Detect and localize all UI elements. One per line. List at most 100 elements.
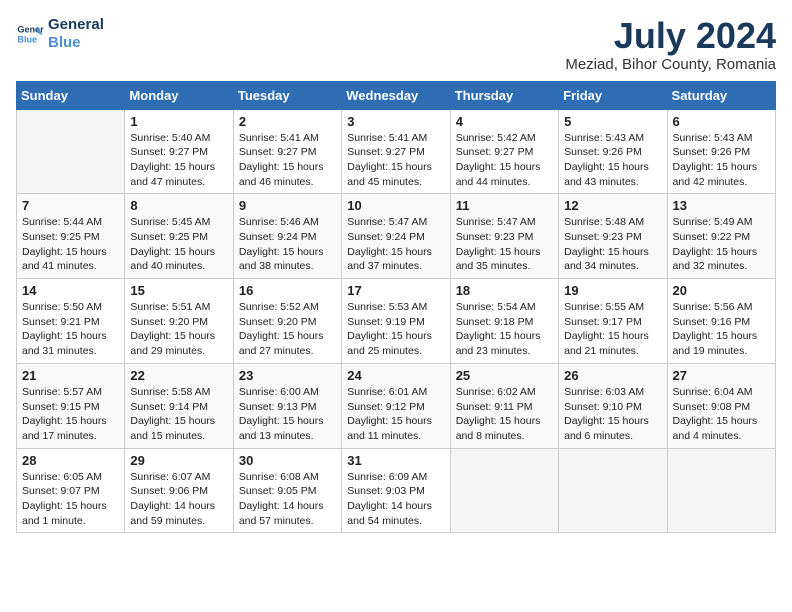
calendar-cell: 4 Sunrise: 5:42 AM Sunset: 9:27 PM Daylig… (450, 109, 558, 194)
day-number: 21 (22, 368, 119, 383)
day-number: 1 (130, 114, 227, 129)
day-number: 5 (564, 114, 661, 129)
calendar-week-5: 28 Sunrise: 6:05 AM Sunset: 9:07 PM Dayli… (17, 448, 776, 533)
cell-content: Sunrise: 5:42 AM Sunset: 9:27 PM Dayligh… (456, 131, 553, 190)
title-area: July 2024 Meziad, Bihor County, Romania (565, 16, 776, 73)
calendar-cell: 24 Sunrise: 6:01 AM Sunset: 9:12 PM Dayli… (342, 363, 450, 448)
calendar-cell: 21 Sunrise: 5:57 AM Sunset: 9:15 PM Dayli… (17, 363, 125, 448)
day-number: 27 (673, 368, 770, 383)
calendar-table: SundayMondayTuesdayWednesdayThursdayFrid… (16, 81, 776, 534)
svg-text:Blue: Blue (17, 34, 37, 44)
calendar-cell: 16 Sunrise: 5:52 AM Sunset: 9:20 PM Dayli… (233, 279, 341, 364)
calendar-cell (667, 448, 775, 533)
calendar-cell: 19 Sunrise: 5:55 AM Sunset: 9:17 PM Dayli… (559, 279, 667, 364)
day-number: 29 (130, 453, 227, 468)
calendar-week-1: 1 Sunrise: 5:40 AM Sunset: 9:27 PM Daylig… (17, 109, 776, 194)
column-header-monday: Monday (125, 81, 233, 109)
calendar-cell: 8Sunrise: 5:45 AM Sunset: 9:25 PM Daylig… (125, 194, 233, 279)
calendar-cell: 29Sunrise: 6:07 AM Sunset: 9:06 PM Dayli… (125, 448, 233, 533)
column-header-sunday: Sunday (17, 81, 125, 109)
day-number: 12 (564, 198, 661, 213)
cell-content: Sunrise: 5:54 AM Sunset: 9:18 PM Dayligh… (456, 300, 553, 359)
day-number: 17 (347, 283, 444, 298)
day-number: 4 (456, 114, 553, 129)
calendar-cell: 22Sunrise: 5:58 AM Sunset: 9:14 PM Dayli… (125, 363, 233, 448)
cell-content: Sunrise: 5:53 AM Sunset: 9:19 PM Dayligh… (347, 300, 444, 359)
calendar-cell (17, 109, 125, 194)
cell-content: Sunrise: 5:52 AM Sunset: 9:20 PM Dayligh… (239, 300, 336, 359)
day-number: 19 (564, 283, 661, 298)
calendar-cell: 9 Sunrise: 5:46 AM Sunset: 9:24 PM Daylig… (233, 194, 341, 279)
cell-content: Sunrise: 6:00 AM Sunset: 9:13 PM Dayligh… (239, 385, 336, 444)
calendar-cell: 18Sunrise: 5:54 AM Sunset: 9:18 PM Dayli… (450, 279, 558, 364)
day-number: 28 (22, 453, 119, 468)
calendar-cell (559, 448, 667, 533)
day-number: 9 (239, 198, 336, 213)
cell-content: Sunrise: 5:57 AM Sunset: 9:15 PM Dayligh… (22, 385, 119, 444)
calendar-cell: 20Sunrise: 5:56 AM Sunset: 9:16 PM Dayli… (667, 279, 775, 364)
logo: General Blue General Blue (16, 16, 104, 52)
calendar-cell (450, 448, 558, 533)
cell-content: Sunrise: 6:04 AM Sunset: 9:08 PM Dayligh… (673, 385, 770, 444)
day-number: 25 (456, 368, 553, 383)
day-number: 30 (239, 453, 336, 468)
day-number: 6 (673, 114, 770, 129)
location-subtitle: Meziad, Bihor County, Romania (565, 56, 776, 73)
cell-content: Sunrise: 5:58 AM Sunset: 9:14 PM Dayligh… (130, 385, 227, 444)
calendar-cell: 5 Sunrise: 5:43 AM Sunset: 9:26 PM Daylig… (559, 109, 667, 194)
cell-content: Sunrise: 5:55 AM Sunset: 9:17 PM Dayligh… (564, 300, 661, 359)
calendar-cell: 23Sunrise: 6:00 AM Sunset: 9:13 PM Dayli… (233, 363, 341, 448)
calendar-cell: 6 Sunrise: 5:43 AM Sunset: 9:26 PM Daylig… (667, 109, 775, 194)
calendar-cell: 11 Sunrise: 5:47 AM Sunset: 9:23 PM Dayli… (450, 194, 558, 279)
day-number: 7 (22, 198, 119, 213)
cell-content: Sunrise: 6:08 AM Sunset: 9:05 PM Dayligh… (239, 470, 336, 529)
cell-content: Sunrise: 6:09 AM Sunset: 9:03 PM Dayligh… (347, 470, 444, 529)
logo-text-line1: General (48, 16, 104, 34)
calendar-cell: 14 Sunrise: 5:50 AM Sunset: 9:21 PM Dayli… (17, 279, 125, 364)
cell-content: Sunrise: 6:02 AM Sunset: 9:11 PM Dayligh… (456, 385, 553, 444)
day-number: 16 (239, 283, 336, 298)
day-number: 14 (22, 283, 119, 298)
calendar-cell: 15 Sunrise: 5:51 AM Sunset: 9:20 PM Dayli… (125, 279, 233, 364)
day-number: 2 (239, 114, 336, 129)
day-number: 13 (673, 198, 770, 213)
calendar-cell: 26 Sunrise: 6:03 AM Sunset: 9:10 PM Dayli… (559, 363, 667, 448)
column-header-tuesday: Tuesday (233, 81, 341, 109)
cell-content: Sunrise: 5:43 AM Sunset: 9:26 PM Dayligh… (564, 131, 661, 190)
month-title: July 2024 (565, 16, 776, 56)
calendar-cell: 28 Sunrise: 6:05 AM Sunset: 9:07 PM Dayli… (17, 448, 125, 533)
cell-content: Sunrise: 5:47 AM Sunset: 9:23 PM Dayligh… (456, 215, 553, 274)
cell-content: Sunrise: 5:43 AM Sunset: 9:26 PM Dayligh… (673, 131, 770, 190)
cell-content: Sunrise: 6:05 AM Sunset: 9:07 PM Dayligh… (22, 470, 119, 529)
cell-content: Sunrise: 5:44 AM Sunset: 9:25 PM Dayligh… (22, 215, 119, 274)
calendar-cell: 2 Sunrise: 5:41 AM Sunset: 9:27 PM Daylig… (233, 109, 341, 194)
cell-content: Sunrise: 5:40 AM Sunset: 9:27 PM Dayligh… (130, 131, 227, 190)
cell-content: Sunrise: 5:48 AM Sunset: 9:23 PM Dayligh… (564, 215, 661, 274)
cell-content: Sunrise: 6:03 AM Sunset: 9:10 PM Dayligh… (564, 385, 661, 444)
day-number: 15 (130, 283, 227, 298)
cell-content: Sunrise: 5:45 AM Sunset: 9:25 PM Dayligh… (130, 215, 227, 274)
day-number: 10 (347, 198, 444, 213)
cell-content: Sunrise: 5:46 AM Sunset: 9:24 PM Dayligh… (239, 215, 336, 274)
column-header-thursday: Thursday (450, 81, 558, 109)
calendar-cell: 17 Sunrise: 5:53 AM Sunset: 9:19 PM Dayli… (342, 279, 450, 364)
cell-content: Sunrise: 5:51 AM Sunset: 9:20 PM Dayligh… (130, 300, 227, 359)
day-number: 24 (347, 368, 444, 383)
calendar-cell: 31 Sunrise: 6:09 AM Sunset: 9:03 PM Dayli… (342, 448, 450, 533)
cell-content: Sunrise: 5:41 AM Sunset: 9:27 PM Dayligh… (347, 131, 444, 190)
calendar-header-row: SundayMondayTuesdayWednesdayThursdayFrid… (17, 81, 776, 109)
calendar-cell: 27 Sunrise: 6:04 AM Sunset: 9:08 PM Dayli… (667, 363, 775, 448)
day-number: 31 (347, 453, 444, 468)
day-number: 11 (456, 198, 553, 213)
cell-content: Sunrise: 5:41 AM Sunset: 9:27 PM Dayligh… (239, 131, 336, 190)
day-number: 20 (673, 283, 770, 298)
calendar-cell: 10 Sunrise: 5:47 AM Sunset: 9:24 PM Dayli… (342, 194, 450, 279)
day-number: 26 (564, 368, 661, 383)
cell-content: Sunrise: 5:50 AM Sunset: 9:21 PM Dayligh… (22, 300, 119, 359)
cell-content: Sunrise: 6:01 AM Sunset: 9:12 PM Dayligh… (347, 385, 444, 444)
calendar-week-2: 7 Sunrise: 5:44 AM Sunset: 9:25 PM Daylig… (17, 194, 776, 279)
day-number: 3 (347, 114, 444, 129)
calendar-cell: 3 Sunrise: 5:41 AM Sunset: 9:27 PM Daylig… (342, 109, 450, 194)
calendar-cell: 12 Sunrise: 5:48 AM Sunset: 9:23 PM Dayli… (559, 194, 667, 279)
cell-content: Sunrise: 5:47 AM Sunset: 9:24 PM Dayligh… (347, 215, 444, 274)
